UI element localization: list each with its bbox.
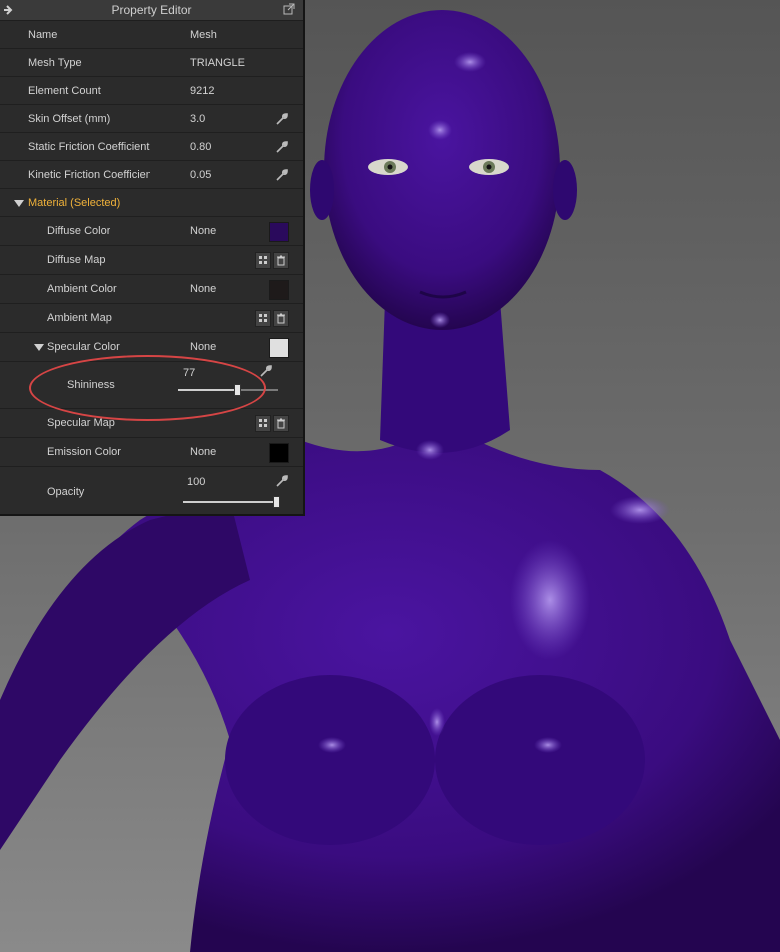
- ambient-color-swatch[interactable]: [269, 280, 289, 300]
- wrench-icon[interactable]: [275, 112, 289, 126]
- panel-header: Property Editor: [0, 0, 303, 21]
- slider-thumb[interactable]: [273, 496, 281, 508]
- property-label: Diffuse Color: [47, 225, 111, 237]
- property-value: None: [190, 283, 217, 295]
- slider-thumb[interactable]: [234, 384, 241, 396]
- property-label: Skin Offset (mm): [28, 113, 111, 125]
- property-value: None: [190, 225, 217, 237]
- wrench-icon[interactable]: [275, 140, 289, 154]
- browse-grid-icon[interactable]: [255, 415, 271, 432]
- property-label: Opacity: [47, 486, 85, 498]
- row-skin-offset: Skin Offset (mm) 3.0: [0, 105, 303, 133]
- property-label: Name: [28, 29, 58, 41]
- browse-grid-icon[interactable]: [255, 252, 271, 269]
- row-ambient-color: Ambient Color None: [0, 275, 303, 304]
- property-value[interactable]: 3.0: [190, 105, 205, 133]
- pin-icon[interactable]: [3, 4, 15, 16]
- row-mesh-type: Mesh Type TRIANGLE: [0, 49, 303, 77]
- wrench-icon[interactable]: [259, 364, 273, 378]
- property-label: Specular Color: [47, 341, 120, 353]
- browse-grid-icon[interactable]: [255, 310, 271, 327]
- property-label: Ambient Map: [47, 312, 112, 324]
- material-section-header[interactable]: Material (Selected): [0, 189, 303, 217]
- property-label: Mesh Type: [28, 57, 82, 69]
- collapse-triangle-icon[interactable]: [34, 344, 44, 351]
- row-diffuse-map: Diffuse Map: [0, 246, 303, 275]
- property-label: Static Friction Coefficient: [28, 141, 150, 153]
- material-title: Material (Selected): [28, 197, 121, 209]
- head: [324, 10, 560, 330]
- property-value: TRIANGLE: [190, 57, 246, 69]
- property-editor-panel: Property Editor Name Mesh Mesh Type TRIA…: [0, 0, 305, 516]
- row-opacity: Opacity 100: [0, 467, 303, 514]
- row-kinetic-friction: Kinetic Friction Coefficient 0.05: [0, 161, 303, 189]
- trash-icon[interactable]: [273, 415, 289, 432]
- shininess-slider[interactable]: [178, 384, 278, 396]
- property-value[interactable]: Mesh: [190, 21, 217, 49]
- slider-fill: [178, 389, 237, 391]
- trash-icon[interactable]: [273, 310, 289, 327]
- property-value: 9212: [190, 85, 215, 97]
- row-diffuse-color: Diffuse Color None: [0, 217, 303, 246]
- row-specular-color: Specular Color None: [0, 333, 303, 362]
- row-static-friction: Static Friction Coefficient 0.80: [0, 133, 303, 161]
- slider-fill: [183, 501, 277, 503]
- property-label: Ambient Color: [47, 283, 117, 295]
- opacity-slider[interactable]: [183, 496, 281, 508]
- row-element-count: Element Count 9212: [0, 77, 303, 105]
- emission-color-swatch[interactable]: [269, 443, 289, 463]
- wrench-icon[interactable]: [275, 474, 289, 488]
- row-ambient-map: Ambient Map: [0, 304, 303, 333]
- property-label: Emission Color: [47, 446, 121, 458]
- popout-icon[interactable]: [283, 3, 295, 15]
- property-value[interactable]: 0.80: [190, 133, 211, 161]
- row-specular-map: Specular Map: [0, 409, 303, 438]
- collapse-triangle-icon[interactable]: [14, 200, 24, 207]
- row-emission-color: Emission Color None: [0, 438, 303, 467]
- wrench-icon[interactable]: [275, 168, 289, 182]
- property-value[interactable]: 0.05: [190, 161, 211, 189]
- trash-icon[interactable]: [273, 252, 289, 269]
- diffuse-color-swatch[interactable]: [269, 222, 289, 242]
- row-name: Name Mesh: [0, 21, 303, 49]
- row-shininess: Shininess 77: [0, 362, 303, 409]
- panel-title: Property Editor: [111, 3, 192, 17]
- property-label: Shininess: [67, 379, 115, 391]
- shininess-value[interactable]: 77: [183, 364, 195, 382]
- opacity-value[interactable]: 100: [187, 473, 205, 491]
- property-label: Kinetic Friction Coefficient: [28, 169, 150, 181]
- property-label: Element Count: [28, 85, 101, 97]
- property-value: None: [190, 446, 217, 458]
- property-value: None: [190, 341, 217, 353]
- specular-color-swatch[interactable]: [269, 338, 289, 358]
- property-label: Diffuse Map: [47, 254, 106, 266]
- property-label: Specular Map: [47, 417, 115, 429]
